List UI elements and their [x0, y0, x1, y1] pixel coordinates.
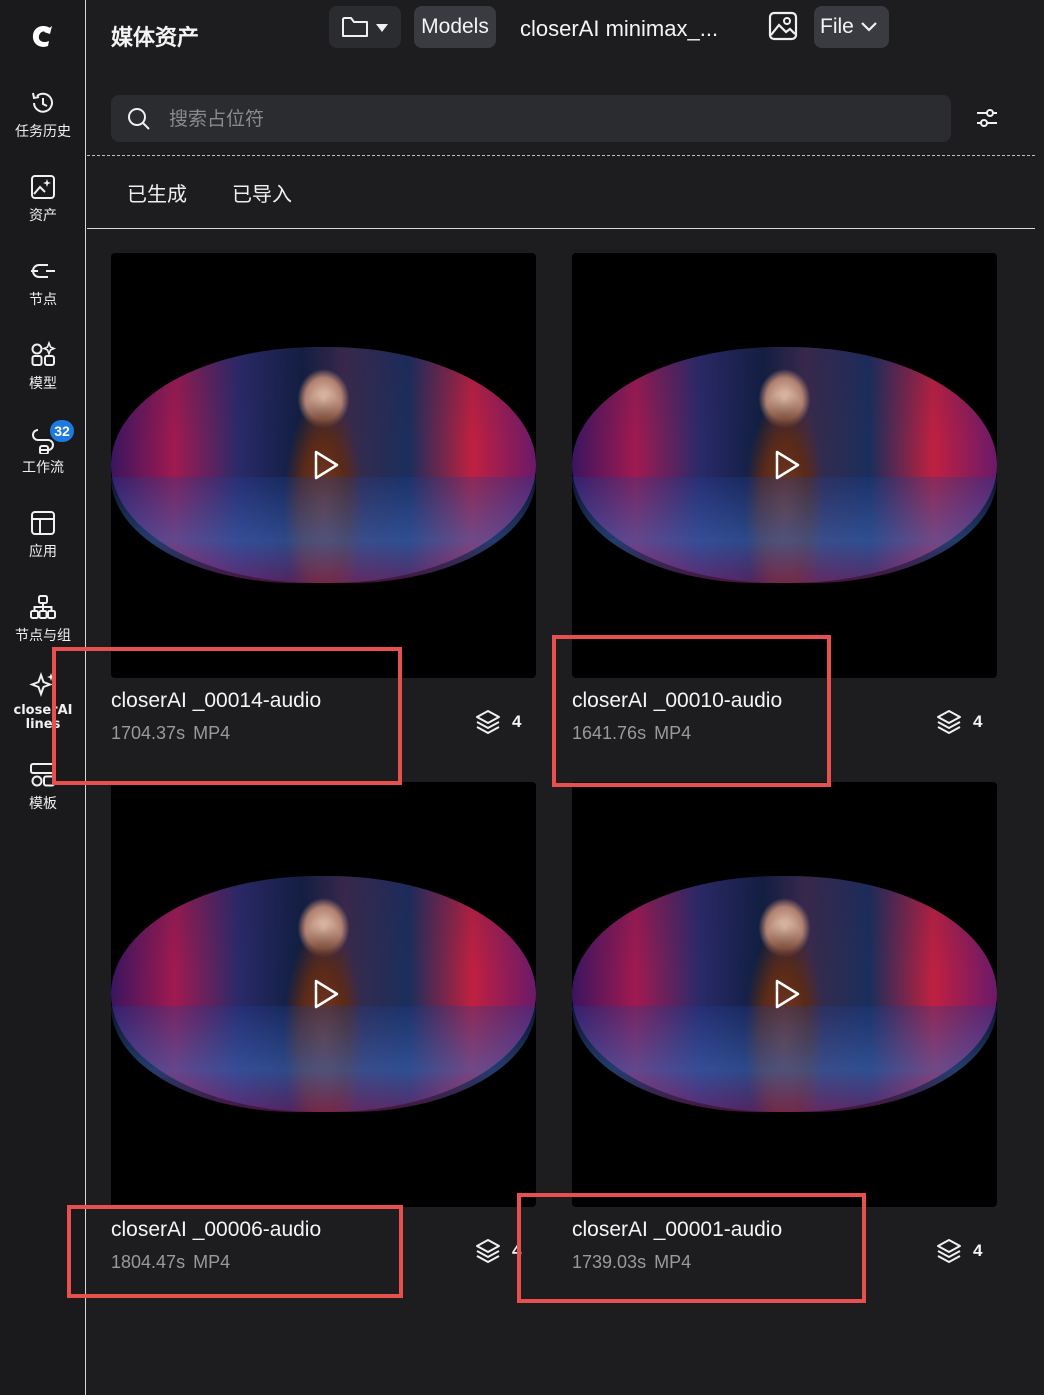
- file-menu-button[interactable]: File: [814, 6, 889, 48]
- tab-generated[interactable]: 已生成: [127, 178, 187, 207]
- play-icon[interactable]: [309, 978, 341, 1010]
- layers-count: 4: [512, 712, 522, 731]
- models-icon: [31, 340, 57, 366]
- tabs-divider: [87, 228, 1035, 229]
- layers-icon[interactable]: [475, 709, 501, 735]
- search-input[interactable]: [169, 95, 929, 142]
- layers-icon[interactable]: [475, 1238, 501, 1264]
- asset-duration: 1804.47s: [111, 1252, 186, 1272]
- chevron-down-icon: [861, 22, 877, 32]
- sidebar-item-label: closerAI lines: [13, 703, 73, 732]
- asset-meta: 1704.37s MP4: [111, 723, 230, 744]
- sidebar-item-label: 资产: [29, 208, 57, 224]
- sidebar-item-templates[interactable]: 模板: [0, 760, 86, 812]
- sidebar-item-label: 节点与组: [15, 628, 71, 644]
- asset-format: MP4: [193, 1252, 231, 1272]
- asset-format: MP4: [654, 1252, 692, 1272]
- sparkle-icon: [29, 672, 55, 697]
- asset-duration: 1704.37s: [111, 723, 186, 743]
- asset-format: MP4: [654, 723, 692, 743]
- folder-icon: [342, 17, 368, 37]
- file-menu-label: File: [820, 15, 854, 38]
- search-icon: [128, 108, 150, 130]
- filter-settings-icon[interactable]: [975, 106, 999, 130]
- play-icon[interactable]: [309, 449, 341, 481]
- video-thumbnail[interactable]: [572, 782, 997, 1207]
- sidebar-item-label: 任务历史: [15, 124, 71, 140]
- asset-meta: 1739.03s MP4: [572, 1252, 691, 1273]
- play-icon[interactable]: [770, 978, 802, 1010]
- templates-icon: [30, 763, 56, 787]
- sidebar-item-label: 模型: [29, 376, 57, 392]
- image-icon[interactable]: [767, 10, 799, 42]
- assets-icon: [31, 175, 55, 199]
- video-thumbnail[interactable]: [572, 253, 997, 678]
- asset-title: closerAI _00001-audio: [572, 1218, 783, 1241]
- asset-format: MP4: [193, 723, 231, 743]
- header-divider: [87, 155, 1035, 156]
- history-icon: [32, 92, 53, 113]
- sidebar-item-models[interactable]: 模型: [0, 340, 86, 392]
- asset-title: closerAI _00006-audio: [111, 1218, 322, 1241]
- asset-meta: 1804.47s MP4: [111, 1252, 230, 1273]
- node-icon: [31, 264, 55, 278]
- sidebar-item-label: 节点: [29, 292, 57, 308]
- page-title: 媒体资产: [111, 26, 200, 51]
- layers-count: 4: [512, 1241, 522, 1260]
- sidebar-item-workflow[interactable]: 32 工作流: [0, 420, 86, 476]
- app-root: 任务历史 资产 节点 模型 32 工作流 应用 节点与组 closerAI li…: [0, 0, 1044, 1395]
- asset-duration: 1739.03s: [572, 1252, 647, 1272]
- sidebar-item-label: 模板: [29, 796, 57, 812]
- sidebar-item-history[interactable]: 任务历史: [0, 88, 86, 140]
- layers-icon[interactable]: [936, 1238, 962, 1264]
- layers-icon[interactable]: [936, 709, 962, 735]
- asset-duration: 1641.76s: [572, 723, 647, 743]
- sidebar-item-node-groups[interactable]: 节点与组: [0, 592, 86, 644]
- video-thumbnail[interactable]: [111, 253, 536, 678]
- sidebar-item-label: 工作流: [22, 460, 64, 476]
- sidebar-item-nodes[interactable]: 节点: [0, 256, 86, 308]
- sidebar-item-closerai-lines[interactable]: closerAI lines: [0, 670, 86, 732]
- search-bar: [111, 95, 951, 142]
- media-assets-panel: 媒体资产 Models closerAI minimax_... File 搜索…: [87, 0, 1035, 1395]
- app-logo[interactable]: [28, 22, 56, 52]
- node-groups-icon: [30, 595, 56, 619]
- sidebar-item-apps[interactable]: 应用: [0, 508, 86, 560]
- layers-count: 4: [973, 1241, 983, 1260]
- asset-title: closerAI _00014-audio: [111, 689, 322, 712]
- folder-dropdown-button[interactable]: [329, 6, 401, 48]
- tab-imported[interactable]: 已导入: [232, 178, 292, 207]
- layers-count: 4: [973, 712, 983, 731]
- sidebar-item-label: 应用: [29, 544, 57, 560]
- workflow-count-badge: 32: [50, 420, 74, 442]
- workflow-icon-wrapper: 32: [28, 420, 74, 455]
- apps-icon: [31, 511, 55, 535]
- sidebar-item-assets[interactable]: 资产: [0, 172, 86, 224]
- caret-down-icon: [376, 24, 388, 32]
- asset-meta: 1641.76s MP4: [572, 723, 691, 744]
- asset-title: closerAI _00010-audio: [572, 689, 783, 712]
- play-icon[interactable]: [770, 449, 802, 481]
- models-button[interactable]: Models: [414, 6, 496, 48]
- sidebar: 任务历史 资产 节点 模型 32 工作流 应用 节点与组 closerAI li…: [0, 0, 86, 1395]
- project-name[interactable]: closerAI minimax_...: [520, 16, 718, 42]
- video-thumbnail[interactable]: [111, 782, 536, 1207]
